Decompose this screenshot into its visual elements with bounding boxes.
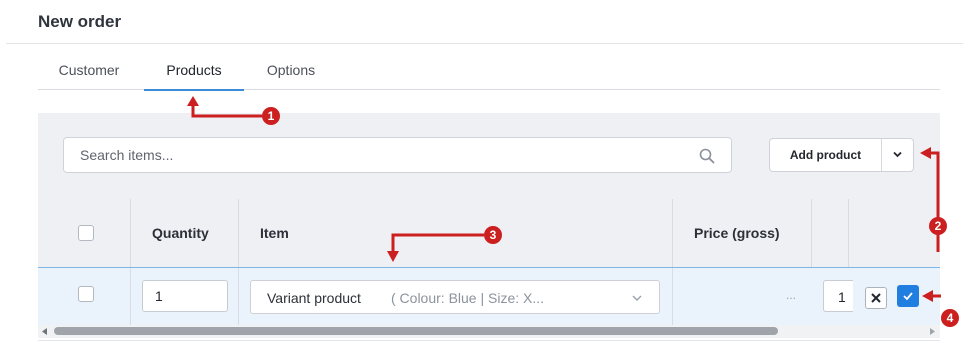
- chevron-down-icon: [632, 295, 642, 301]
- item-name: Variant product: [267, 290, 361, 306]
- tab-options[interactable]: Options: [260, 52, 322, 90]
- confirm-row-button[interactable]: [897, 285, 919, 307]
- scroll-right-arrow-icon[interactable]: [929, 328, 936, 335]
- page-title: New order: [38, 12, 122, 31]
- quantity-input[interactable]: [142, 280, 228, 312]
- add-product-dropdown-toggle[interactable]: [882, 139, 913, 171]
- tab-bar: Customer Products Options: [38, 52, 940, 91]
- search-input[interactable]: [64, 138, 694, 172]
- table-row: Variant product ( Colour: Blue | Size: X…: [38, 267, 940, 325]
- chevron-down-icon: [893, 151, 902, 158]
- column-header-quantity: Quantity: [152, 225, 209, 241]
- checkmark-icon: [903, 292, 913, 300]
- search-icon[interactable]: [699, 148, 715, 164]
- row-checkbox[interactable]: [78, 286, 94, 302]
- select-all-checkbox[interactable]: [78, 225, 94, 241]
- column-divider: [811, 199, 812, 267]
- title-divider: [6, 43, 963, 44]
- search-box: [63, 137, 732, 173]
- column-divider: [672, 268, 673, 325]
- close-icon: [871, 293, 881, 303]
- next-column-input[interactable]: 1: [823, 280, 853, 312]
- bottom-divider: [38, 340, 940, 341]
- column-divider: [848, 199, 849, 267]
- item-select[interactable]: Variant product ( Colour: Blue | Size: X…: [250, 280, 660, 314]
- annotation-badge-3: 3: [484, 226, 502, 244]
- tab-customer[interactable]: Customer: [54, 52, 124, 90]
- arrowhead-icon: [187, 96, 199, 106]
- products-toolbar: Add product: [38, 113, 940, 199]
- scroll-left-arrow-icon[interactable]: [41, 328, 48, 335]
- column-divider: [130, 268, 131, 325]
- horizontal-scrollbar[interactable]: [38, 325, 940, 338]
- price-value: ...: [786, 288, 797, 302]
- add-product-split-button: Add product: [769, 138, 914, 172]
- annotation-badge-4: 4: [941, 309, 959, 327]
- scrollbar-thumb[interactable]: [54, 327, 778, 335]
- tab-products[interactable]: Products: [144, 52, 244, 91]
- add-product-button[interactable]: Add product: [770, 139, 881, 171]
- cancel-row-button[interactable]: [865, 287, 887, 309]
- annotation-badge-2: 2: [929, 217, 947, 235]
- annotation-badge-1: 1: [262, 107, 280, 125]
- column-header-item: Item: [260, 225, 289, 241]
- products-table: Quantity Item Price (gross) Variant prod…: [38, 199, 940, 325]
- column-header-price: Price (gross): [694, 225, 780, 241]
- column-divider: [238, 268, 239, 325]
- item-attributes: ( Colour: Blue | Size: X...: [391, 290, 545, 306]
